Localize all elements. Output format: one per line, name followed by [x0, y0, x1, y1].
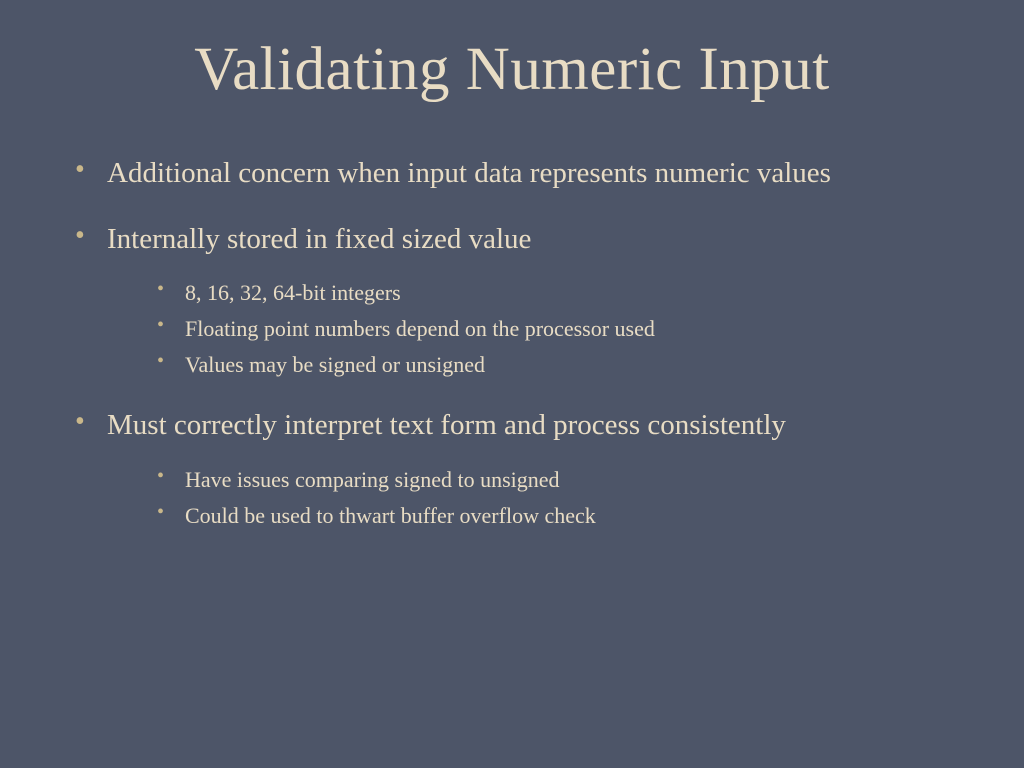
sub-bullet-item: Values may be signed or unsigned: [157, 350, 974, 380]
sub-bullet-item: Floating point numbers depend on the pro…: [157, 314, 974, 344]
sub-bullet-item: Could be used to thwart buffer overflow …: [157, 501, 974, 531]
bullet-text: Must correctly interpret text form and p…: [107, 409, 786, 441]
bullet-item: Must correctly interpret text form and p…: [75, 407, 974, 530]
bullet-text: Additional concern when input data repre…: [107, 157, 831, 189]
bullet-item: Internally stored in fixed sized value 8…: [75, 221, 974, 380]
slide-container: Validating Numeric Input Additional conc…: [0, 0, 1024, 768]
bullet-text: Internally stored in fixed sized value: [107, 223, 531, 255]
sub-bullet-item: 8, 16, 32, 64-bit integers: [157, 278, 974, 308]
slide-title: Validating Numeric Input: [50, 35, 974, 105]
sub-bullet-list: Have issues comparing signed to unsigned…: [107, 465, 974, 530]
sub-bullet-item: Have issues comparing signed to unsigned: [157, 465, 974, 495]
main-bullet-list: Additional concern when input data repre…: [50, 155, 974, 531]
bullet-item: Additional concern when input data repre…: [75, 155, 974, 193]
sub-bullet-list: 8, 16, 32, 64-bit integers Floating poin…: [107, 278, 974, 379]
